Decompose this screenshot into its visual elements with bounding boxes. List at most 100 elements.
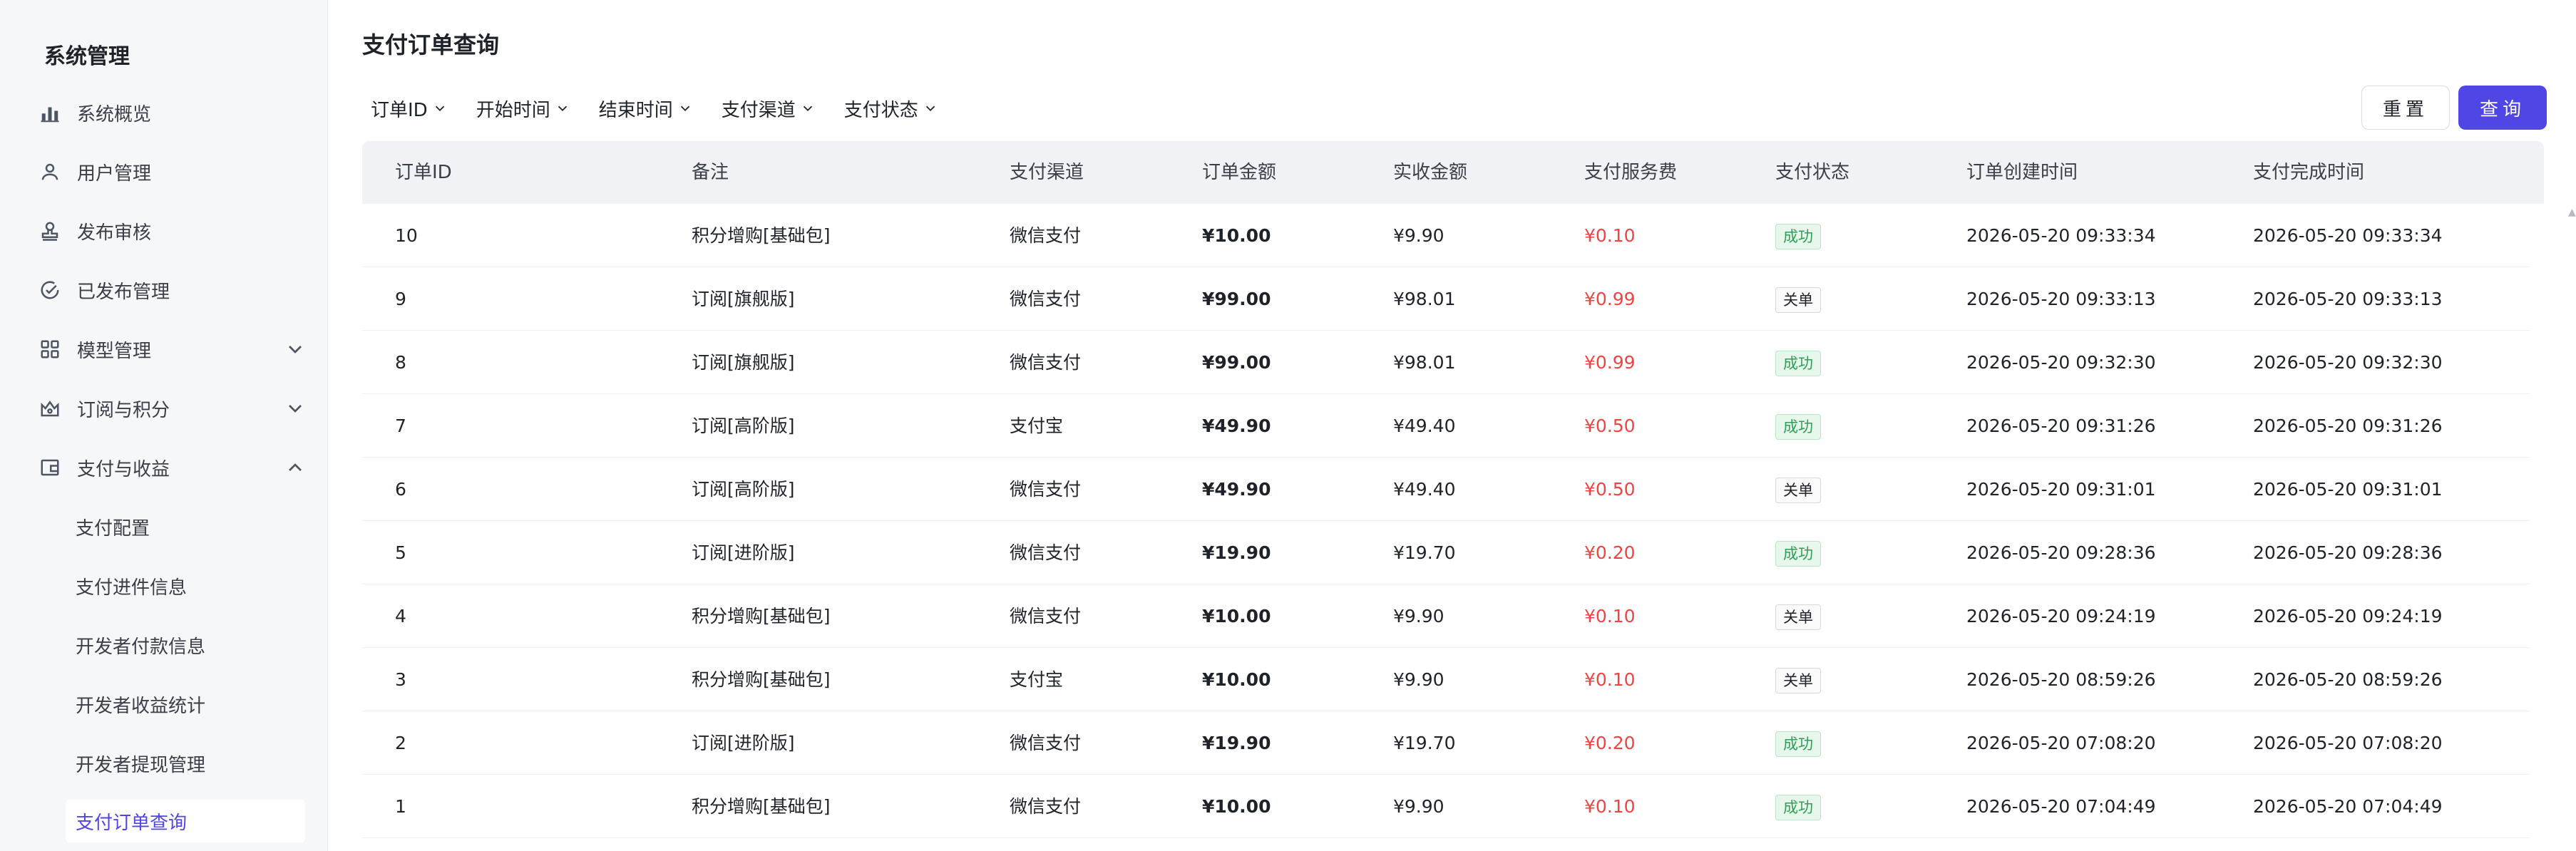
filter-status[interactable]: 支付状态 — [844, 96, 938, 122]
column-header[interactable]: 备注 — [692, 141, 729, 204]
sidebar-item-label: 订阅与积分 — [77, 399, 170, 421]
chevron-down-icon — [284, 397, 307, 420]
cell-received: ¥9.90 — [1393, 669, 1444, 690]
cell-amount: ¥10.00 — [1202, 796, 1271, 817]
cell-amount: ¥10.00 — [1202, 669, 1271, 690]
chevron-down-icon — [284, 338, 307, 361]
cell-order-id: 7 — [395, 416, 406, 436]
sidebar-subitem-payment-config[interactable]: 支付配置 — [66, 505, 322, 548]
cell-created-time: 2026-05-20 08:59:26 — [1966, 669, 2156, 690]
sidebar-item-models[interactable]: 模型管理 — [36, 328, 307, 371]
cell-received: ¥19.70 — [1393, 733, 1456, 753]
filter-order-id[interactable]: 订单ID — [371, 96, 448, 122]
wallet-icon — [36, 453, 64, 482]
status-badge: 关单 — [1775, 604, 1821, 630]
table-row[interactable]: 1 积分增购[基础包] 微信支付 ¥10.00 ¥9.90 ¥0.10 成功 2026-05-… — [362, 775, 2530, 838]
bar-chart-icon — [36, 98, 64, 127]
cell-note: 订阅[高阶版] — [692, 479, 795, 500]
cell-fee: ¥0.10 — [1584, 669, 1636, 690]
cell-status: 成功 — [1775, 521, 1821, 584]
filter-bar: 订单ID 开始时间 结束时间 支付渠道 支付状态 — [371, 91, 967, 125]
cell-note: 积分增购[基础包] — [692, 669, 831, 690]
cell-created-time: 2026-05-20 09:24:19 — [1966, 606, 2156, 626]
app-window: 系统管理 系统概览 用户管理 发布审核 已发布管理 模型管理 订阅与积分 支付与… — [0, 0, 2576, 851]
sidebar-item-label: 用户管理 — [77, 163, 152, 185]
cell-status: 成功 — [1775, 331, 1821, 394]
table-row[interactable]: 2 订阅[进阶版] 微信支付 ¥19.90 ¥19.70 ¥0.20 成功 2026-05-2… — [362, 711, 2530, 775]
sidebar-subitem-merchant-info[interactable]: 支付进件信息 — [66, 564, 322, 607]
sidebar-item-label: 已发布管理 — [77, 281, 170, 303]
table-row[interactable]: 5 订阅[进阶版] 微信支付 ¥19.90 ¥19.70 ¥0.20 成功 2026-05-2… — [362, 521, 2530, 584]
cell-status: 关单 — [1775, 584, 1821, 648]
sidebar-item-label: 发布审核 — [77, 222, 152, 244]
cell-channel: 微信支付 — [1010, 352, 1082, 373]
cell-completed-time: 2026-05-20 09:33:34 — [2253, 225, 2443, 246]
sidebar-subitem-developer-withdrawal[interactable]: 开发者提现管理 — [66, 742, 322, 785]
cell-fee: ¥0.20 — [1584, 733, 1636, 753]
column-header[interactable]: 实收金额 — [1393, 141, 1467, 204]
filter-end-time[interactable]: 结束时间 — [599, 96, 693, 122]
filter-start-time[interactable]: 开始时间 — [476, 96, 570, 122]
cell-completed-time: 2026-05-20 09:24:19 — [2253, 606, 2443, 626]
table-row[interactable]: 3 积分增购[基础包] 支付宝 ¥10.00 ¥9.90 ¥0.10 关单 2026-05-2… — [362, 648, 2530, 711]
cell-fee: ¥0.99 — [1584, 352, 1636, 373]
cell-order-id: 6 — [395, 479, 406, 500]
status-badge: 成功 — [1775, 414, 1821, 440]
sidebar: 系统管理 系统概览 用户管理 发布审核 已发布管理 模型管理 订阅与积分 支付与… — [0, 0, 328, 851]
sidebar-item-published[interactable]: 已发布管理 — [36, 269, 307, 311]
sidebar-item-payments[interactable]: 支付与收益 — [36, 446, 307, 489]
status-badge: 成功 — [1775, 541, 1821, 567]
column-header[interactable]: 订单金额 — [1202, 141, 1276, 204]
scroll-up-icon[interactable]: ▲ — [2568, 207, 2576, 218]
cell-note: 订阅[高阶版] — [692, 416, 795, 436]
column-header[interactable]: 支付完成时间 — [2253, 141, 2364, 204]
table-row[interactable]: 9 订阅[旗舰版] 微信支付 ¥99.00 ¥98.01 ¥0.99 关单 2026-05-2… — [362, 267, 2530, 331]
cell-fee: ¥0.20 — [1584, 542, 1636, 563]
status-badge: 成功 — [1775, 731, 1821, 757]
column-header[interactable]: 订单ID — [395, 141, 452, 204]
cell-amount: ¥99.00 — [1202, 289, 1271, 309]
column-header[interactable]: 订单创建时间 — [1966, 141, 2078, 204]
reset-button[interactable]: 重置 — [2361, 86, 2450, 130]
column-header[interactable]: 支付状态 — [1775, 141, 1849, 204]
cell-created-time: 2026-05-20 09:33:13 — [1966, 289, 2156, 309]
cell-created-time: 2026-05-20 07:08:20 — [1966, 733, 2156, 753]
sidebar-subitem-payment-orders[interactable]: 支付订单查询 — [66, 800, 305, 842]
cell-note: 积分增购[基础包] — [692, 796, 831, 817]
cell-received: ¥49.40 — [1393, 479, 1456, 500]
cell-channel: 微信支付 — [1010, 606, 1082, 626]
cell-status: 成功 — [1775, 204, 1821, 267]
cell-channel: 支付宝 — [1010, 416, 1064, 436]
cell-completed-time: 2026-05-20 09:31:01 — [2253, 479, 2443, 500]
table-row[interactable]: 8 订阅[旗舰版] 微信支付 ¥99.00 ¥98.01 ¥0.99 成功 2026-05-2… — [362, 331, 2530, 394]
sidebar-item-overview[interactable]: 系统概览 — [36, 91, 307, 134]
chevron-down-icon — [680, 105, 689, 112]
column-header[interactable]: 支付服务费 — [1584, 141, 1677, 204]
sidebar-item-subscriptions[interactable]: 订阅与积分 — [36, 387, 307, 430]
table-row[interactable]: 6 订阅[高阶版] 微信支付 ¥49.90 ¥49.40 ¥0.50 关单 2026-05-2… — [362, 458, 2530, 521]
filter-label: 订单ID — [371, 99, 428, 121]
filter-channel[interactable]: 支付渠道 — [722, 96, 816, 122]
filter-label: 开始时间 — [476, 99, 550, 121]
table-row[interactable]: 7 订阅[高阶版] 支付宝 ¥49.90 ¥49.40 ¥0.50 成功 2026-05-20… — [362, 394, 2530, 458]
cell-created-time: 2026-05-20 09:31:01 — [1966, 479, 2156, 500]
cell-channel: 微信支付 — [1010, 479, 1082, 500]
cell-created-time: 2026-05-20 09:33:34 — [1966, 225, 2156, 246]
column-header[interactable]: 支付渠道 — [1010, 141, 1084, 204]
sidebar-subitem-developer-revenue[interactable]: 开发者收益统计 — [66, 683, 322, 726]
chevron-up-icon — [284, 456, 307, 479]
query-button[interactable]: 查询 — [2458, 86, 2547, 130]
status-badge: 成功 — [1775, 795, 1821, 820]
cell-amount: ¥19.90 — [1202, 542, 1271, 563]
sidebar-subitem-developer-payment-info[interactable]: 开发者付款信息 — [66, 624, 322, 666]
cell-fee: ¥0.50 — [1584, 479, 1636, 500]
table-row[interactable]: 10 积分增购[基础包] 微信支付 ¥10.00 ¥9.90 ¥0.10 成功 2026-05… — [362, 204, 2530, 267]
cell-amount: ¥10.00 — [1202, 606, 1271, 626]
cell-received: ¥98.01 — [1393, 352, 1456, 373]
sidebar-item-review[interactable]: 发布审核 — [36, 210, 307, 252]
table-row[interactable]: 4 积分增购[基础包] 微信支付 ¥10.00 ¥9.90 ¥0.10 关单 2026-05-… — [362, 584, 2530, 648]
table-header: 订单ID 备注 支付渠道 订单金额 实收金额 支付服务费 支付状态 订单创建时间… — [362, 141, 2544, 204]
cell-completed-time: 2026-05-20 09:31:26 — [2253, 416, 2443, 436]
sidebar-item-users[interactable]: 用户管理 — [36, 150, 307, 193]
crown-icon — [36, 394, 64, 423]
